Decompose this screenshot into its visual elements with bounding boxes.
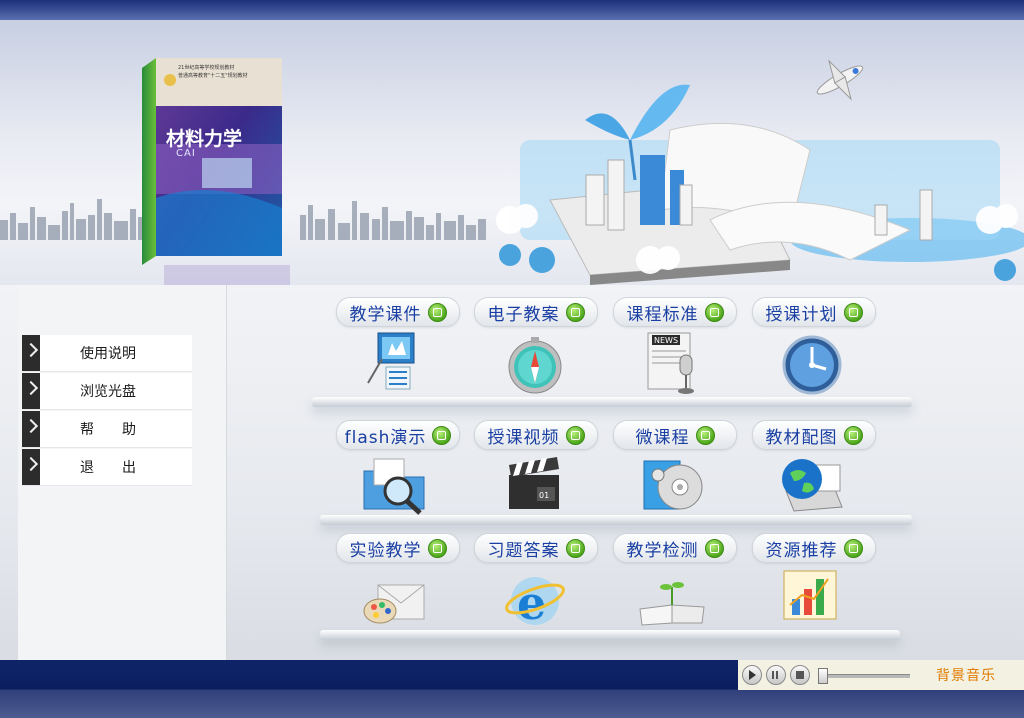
go-icon	[432, 425, 452, 445]
compass-icon[interactable]	[499, 329, 571, 397]
go-icon	[843, 425, 863, 445]
banner: 材料力学 CAI 21世纪高等学校规划教材 普通高等教育"十二五"规划教材	[0, 20, 1024, 285]
bar-chart-icon[interactable]	[776, 565, 848, 633]
globe-laptop-icon[interactable]	[776, 451, 848, 519]
nav-button-label: 授课计划	[765, 304, 838, 325]
nav-button-label: 习题答案	[487, 540, 560, 561]
nav-button-lab-teaching[interactable]: 实验教学	[336, 533, 460, 563]
background-music-label: 背景音乐	[936, 668, 996, 684]
internet-explorer-icon[interactable]: e	[499, 565, 571, 633]
slider-thumb[interactable]	[818, 668, 828, 684]
shelf-1	[312, 397, 912, 407]
nav-button-teaching-assessment[interactable]: 教学检测	[613, 533, 737, 563]
nav-button-textbook-figures[interactable]: 教材配图	[752, 420, 876, 450]
book-reflection-graphic	[164, 265, 290, 285]
book-logo-text: CAI	[176, 148, 196, 159]
nav-button-label: 微课程	[635, 427, 690, 448]
go-icon	[704, 302, 724, 322]
book-series-line2: 普通高等教育"十二五"规划教材	[178, 73, 248, 79]
nav-button-exercise-answers[interactable]: 习题答案	[474, 533, 598, 563]
nav-button-flash-demo[interactable]: flash演示	[336, 420, 460, 450]
menu-item-label: 帮 助	[80, 422, 136, 438]
nav-button-label: 教材配图	[765, 427, 838, 448]
nav-button-curriculum-standard[interactable]: 课程标准	[613, 297, 737, 327]
textbook-cover-image	[142, 58, 282, 265]
left-menu: 使用说明 浏览光盘 帮 助 退 出	[22, 335, 192, 487]
presentation-board-icon[interactable]	[360, 329, 432, 397]
chevron-right-icon	[22, 411, 40, 447]
music-player: 背景音乐	[738, 660, 1024, 690]
book-title: 材料力学	[166, 128, 243, 150]
menu-item-label: 退 出	[80, 460, 136, 476]
go-icon	[704, 538, 724, 558]
menu-item-help[interactable]: 帮 助	[22, 411, 192, 448]
go-icon	[565, 538, 585, 558]
news-microphone-icon[interactable]: NEWS	[640, 329, 712, 397]
nav-button-label: 课程标准	[626, 304, 699, 325]
folder-search-icon[interactable]	[360, 451, 432, 519]
clapperboard-icon[interactable]: 01	[499, 451, 571, 519]
svg-text:e: e	[517, 576, 546, 630]
go-icon	[565, 302, 585, 322]
nav-button-label: 电子教案	[487, 304, 560, 325]
chevron-right-icon	[22, 335, 40, 371]
chevron-right-icon	[22, 449, 40, 485]
nav-button-resource-recommend[interactable]: 资源推荐	[752, 533, 876, 563]
volume-slider[interactable]	[818, 668, 910, 684]
nav-button-label: 授课视频	[487, 427, 560, 448]
go-icon	[565, 425, 585, 445]
go-icon	[427, 538, 447, 558]
city-book-illustration	[496, 60, 1024, 285]
menu-item-label: 使用说明	[80, 346, 136, 362]
nav-button-micro-course[interactable]: 微课程	[613, 420, 737, 450]
go-icon	[427, 302, 447, 322]
stop-icon[interactable]	[790, 665, 810, 685]
nav-button-label: flash演示	[344, 427, 427, 448]
book-series-line1: 21世纪高等学校规划教材	[178, 65, 235, 71]
menu-item-browse-disc[interactable]: 浏览光盘	[22, 373, 192, 410]
top-bar	[0, 0, 1024, 20]
mail-palette-icon[interactable]	[360, 565, 432, 633]
chevron-right-icon	[22, 373, 40, 409]
nav-button-e-lesson-plan[interactable]: 电子教案	[474, 297, 598, 327]
clock-icon[interactable]	[776, 329, 848, 397]
nav-button-label: 教学检测	[626, 540, 699, 561]
play-icon[interactable]	[742, 665, 762, 685]
nav-button-courseware[interactable]: 教学课件	[336, 297, 460, 327]
menu-item-instructions[interactable]: 使用说明	[22, 335, 192, 372]
go-icon	[843, 538, 863, 558]
nav-button-label: 实验教学	[349, 540, 422, 561]
slider-track	[818, 674, 910, 678]
nav-button-teaching-plan[interactable]: 授课计划	[752, 297, 876, 327]
menu-item-label: 浏览光盘	[80, 384, 136, 400]
svg-text:NEWS: NEWS	[654, 336, 678, 345]
go-icon	[843, 302, 863, 322]
svg-text:01: 01	[539, 491, 549, 500]
main-content-area: 使用说明 浏览光盘 帮 助 退 出 教学课件 电子教案 课程标准 授课计划 NE…	[0, 285, 1024, 660]
open-book-sprout-icon[interactable]	[636, 565, 708, 633]
nav-button-label: 教学课件	[349, 304, 422, 325]
media-disc-icon[interactable]	[638, 451, 710, 519]
menu-item-exit[interactable]: 退 出	[22, 449, 192, 486]
go-icon	[695, 425, 715, 445]
pause-icon[interactable]	[766, 665, 786, 685]
nav-button-label: 资源推荐	[765, 540, 838, 561]
nav-button-lecture-video[interactable]: 授课视频	[474, 420, 598, 450]
